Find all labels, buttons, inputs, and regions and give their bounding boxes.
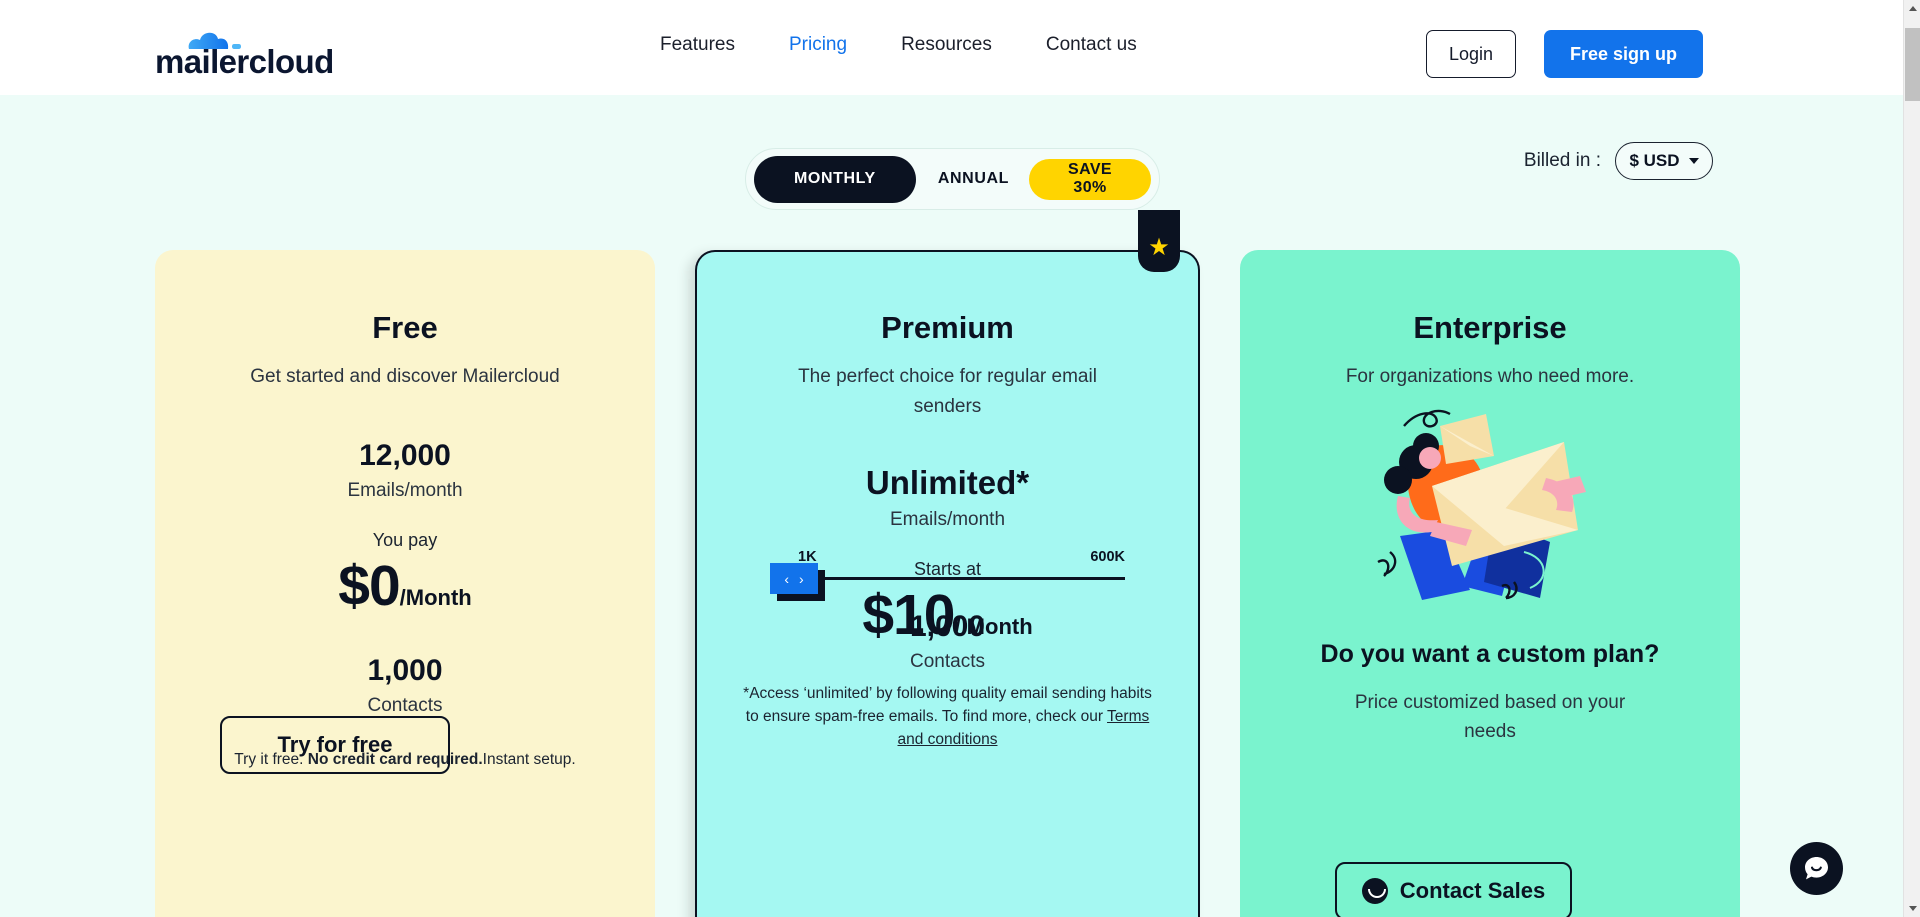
billing-cycle-toggle: MONTHLY ANNUAL SAVE 30% [745, 148, 1160, 210]
pricing-cards: Free Get started and discover Mailerclou… [0, 210, 1903, 917]
plan-description: The perfect choice for regular email sen… [798, 366, 1097, 417]
pricing-page: mailercloud Features Pricing Resources C… [0, 0, 1903, 917]
you-pay-label: You pay [372, 530, 438, 550]
billing-cycle-monthly[interactable]: MONTHLY [754, 155, 916, 203]
popular-ribbon: ★ [1138, 210, 1180, 272]
contacts-slider[interactable]: 1K 600K ‹ › [770, 549, 1125, 601]
plan-description: For organizations who need more. [1345, 366, 1635, 387]
chat-widget-button[interactable] [1790, 842, 1843, 895]
plan-description: Get started and discover Mailercloud [250, 366, 560, 387]
currency-value: $ USD [1629, 151, 1680, 170]
custom-plan-subtext: Price customized based on your needs [1354, 692, 1626, 742]
try-for-free-button[interactable]: Try for free [220, 716, 450, 774]
slider-handle[interactable]: ‹ › [770, 563, 818, 594]
price-period: /Month [399, 585, 472, 610]
contacts-value: 1,000 [367, 654, 443, 687]
free-signup-button[interactable]: Free sign up [1543, 30, 1703, 78]
plan-card-enterprise: Enterprise For organizations who need mo… [1240, 250, 1740, 917]
billed-in-label: Billed in : [1523, 150, 1601, 171]
nav-item-pricing[interactable]: Pricing [789, 34, 847, 56]
emails-value: 12,000 [359, 439, 451, 472]
contacts-value: 1,000 [909, 610, 986, 643]
login-button[interactable]: Login [1425, 30, 1516, 78]
plan-card-free: Free Get started and discover Mailerclou… [155, 250, 655, 917]
vertical-scrollbar[interactable] [1903, 0, 1920, 917]
billed-in-row: Billed in : $ USD [1524, 142, 1713, 180]
fineprint-post: Instant setup. [482, 751, 576, 768]
person-carrying-envelope-illustration [1377, 409, 1586, 600]
price-row: $0 /Month [155, 553, 655, 619]
billing-cycle-annual[interactable]: ANNUAL [938, 170, 1009, 188]
emails-label: Emails/month [889, 509, 1006, 530]
scrollbar-thumb[interactable] [1905, 28, 1920, 101]
slider-track[interactable] [784, 577, 1125, 580]
save-30-badge[interactable]: SAVE 30% [1029, 158, 1151, 200]
smiley-icon [1361, 878, 1388, 904]
browser-viewport: mailercloud Features Pricing Resources C… [0, 0, 1920, 917]
chat-bubble-smiley-icon [1805, 857, 1828, 880]
footnote-text: *Access ‘unlimited’ by following quality… [743, 685, 1152, 725]
mailercloud-logo[interactable]: mailercloud [155, 28, 345, 80]
slider-max-label: 600K [1090, 549, 1125, 565]
price-amount: $0 [338, 554, 400, 618]
chevron-right-icon: › [799, 570, 804, 587]
scroll-up-arrow-icon[interactable] [1904, 0, 1920, 17]
plan-name: Enterprise [1413, 310, 1567, 345]
emails-value: Unlimited* [865, 464, 1030, 501]
contact-sales-button[interactable]: Contact Sales [1335, 862, 1572, 917]
auth-actions: Login Free sign up [1425, 30, 1703, 78]
plan-card-premium: ★ Premium The perfect choice for regular… [695, 210, 1200, 917]
site-header: mailercloud Features Pricing Resources C… [0, 0, 1903, 95]
nav-item-contact-us[interactable]: Contact us [1046, 34, 1137, 56]
star-icon: ★ [1148, 234, 1170, 261]
nav-item-features[interactable]: Features [660, 34, 735, 56]
plan-name: Premium [881, 310, 1014, 345]
main-navigation: Features Pricing Resources Contact us [660, 34, 1137, 56]
contact-sales-label: Contact Sales [1399, 878, 1546, 903]
plan-name: Free [372, 310, 438, 345]
currency-dropdown[interactable]: $ USD [1615, 142, 1713, 180]
nav-item-resources[interactable]: Resources [901, 34, 992, 56]
premium-footnote: *Access ‘unlimited’ by following quality… [739, 682, 1156, 751]
scroll-down-arrow-icon[interactable] [1904, 900, 1920, 917]
emails-label: Emails/month [347, 480, 463, 501]
contacts-label: Contacts [910, 651, 985, 672]
chevron-down-icon [1688, 158, 1699, 164]
contacts-slider-zone: 1K 600K ‹ › 1,000 Contacts [697, 549, 1198, 673]
contacts-label: Contacts [367, 695, 443, 716]
custom-plan-question: Do you want a custom plan? [1320, 640, 1660, 668]
logo-text: mailercloud [155, 43, 334, 80]
chevron-left-icon: ‹ [784, 570, 789, 587]
